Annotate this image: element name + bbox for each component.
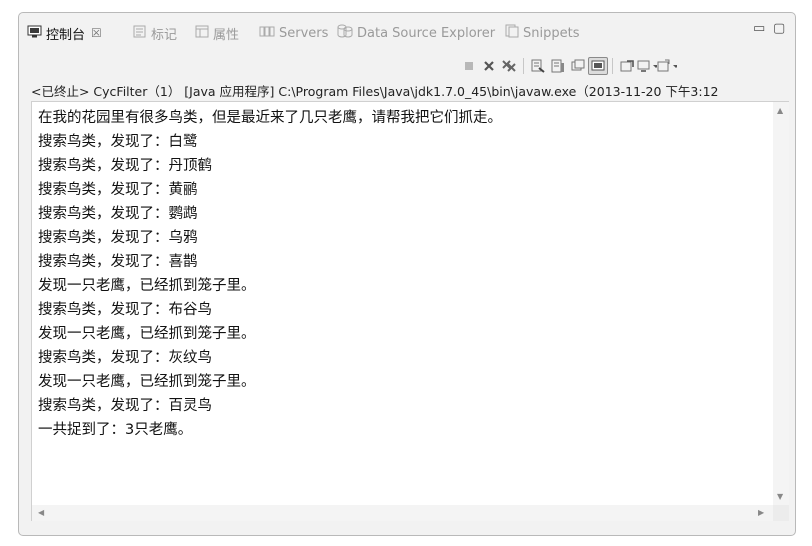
display-selected-console-icon[interactable] (617, 57, 637, 75)
tab-console[interactable]: 控制台 ☒ (27, 22, 102, 44)
tab-label: 控制台 (46, 27, 86, 43)
tab-snippets[interactable]: Snippets (505, 22, 579, 44)
console-lines: 在我的花园里有很多鸟类，但是最近来了几只老鹰，请帮我把它们抓走。 搜索鸟类，发现了… (38, 106, 502, 442)
scroll-lock-icon[interactable] (548, 57, 568, 75)
scroll-up-icon[interactable]: ▲ (777, 106, 783, 115)
maximize-icon[interactable]: ▢ (773, 21, 785, 36)
open-console-icon[interactable] (657, 57, 677, 75)
tab-label: Data Source Explorer (357, 25, 496, 41)
console-view: 控制台 ☒ 标记 属性 Servers Data Source Explorer… (18, 12, 796, 536)
console-line: 搜索鸟类，发现了：丹顶鹤 (38, 158, 212, 174)
console-line: 发现一只老鹰，已经抓到笼子里。 (38, 374, 256, 390)
console-line: 搜索鸟类，发现了：布谷鸟 (38, 302, 212, 318)
console-line: 一共捉到了：3只老鹰。 (38, 422, 193, 438)
console-dropdown-icon[interactable] (637, 57, 657, 75)
scroll-left-icon[interactable]: ◀ (38, 508, 44, 517)
vertical-scrollbar[interactable]: ▲ ▼ (773, 101, 789, 506)
word-wrap-icon[interactable] (568, 57, 588, 75)
console-line: 搜索鸟类，发现了：灰纹鸟 (38, 350, 212, 366)
scroll-down-icon[interactable]: ▼ (777, 492, 783, 501)
console-line: 搜索鸟类，发现了：黄鹂 (38, 182, 198, 198)
console-line: 搜索鸟类，发现了：喜鹊 (38, 254, 198, 270)
remove-all-icon[interactable] (499, 57, 519, 75)
horizontal-scrollbar[interactable]: ◀ ▶ (31, 505, 774, 521)
database-icon (337, 24, 353, 42)
view-tab-bar: 控制台 ☒ 标记 属性 Servers Data Source Explorer… (19, 13, 795, 51)
snippets-icon (505, 24, 519, 42)
console-icon (27, 25, 42, 42)
tab-label: 标记 (151, 27, 178, 43)
remove-launch-icon[interactable] (479, 57, 499, 75)
properties-icon (195, 25, 209, 42)
tab-label: 属性 (213, 27, 240, 43)
servers-icon (259, 25, 275, 42)
tab-properties[interactable]: 属性 (195, 22, 239, 44)
clear-console-icon[interactable] (528, 57, 548, 75)
tab-markers[interactable]: 标记 (133, 22, 177, 44)
scroll-right-icon[interactable]: ▶ (758, 508, 764, 517)
console-line: 搜索鸟类，发现了：白鹭 (38, 134, 198, 150)
pin-console-icon[interactable] (588, 57, 608, 75)
tab-label: Snippets (523, 25, 580, 41)
process-description: <已终止> CycFilter（1） [Java 应用程序] C:\Progra… (31, 84, 719, 99)
console-output[interactable]: 在我的花园里有很多鸟类，但是最近来了几只老鹰，请帮我把它们抓走。 搜索鸟类，发现了… (31, 101, 774, 506)
tab-label: Servers (279, 25, 329, 41)
console-line: 发现一只老鹰，已经抓到笼子里。 (38, 326, 256, 342)
console-line: 搜索鸟类，发现了：乌鸦 (38, 230, 198, 246)
stop-icon[interactable] (459, 57, 479, 75)
console-line: 在我的花园里有很多鸟类，但是最近来了几只老鹰，请帮我把它们抓走。 (38, 110, 502, 126)
tab-data-source-explorer[interactable]: Data Source Explorer (337, 22, 495, 44)
console-toolbar (459, 56, 677, 76)
toolbar-separator (612, 58, 613, 74)
close-tab-icon[interactable]: ☒ (91, 26, 102, 40)
console-line: 搜索鸟类，发现了：鹦鹉 (38, 206, 198, 222)
scrollbar-corner (773, 505, 789, 521)
console-line: 搜索鸟类，发现了：百灵鸟 (38, 398, 212, 414)
toolbar-separator (523, 58, 524, 74)
minimize-icon[interactable]: ▭ (753, 21, 765, 36)
markers-icon (133, 25, 147, 42)
console-line: 发现一只老鹰，已经抓到笼子里。 (38, 278, 256, 294)
tab-servers[interactable]: Servers (259, 22, 328, 44)
